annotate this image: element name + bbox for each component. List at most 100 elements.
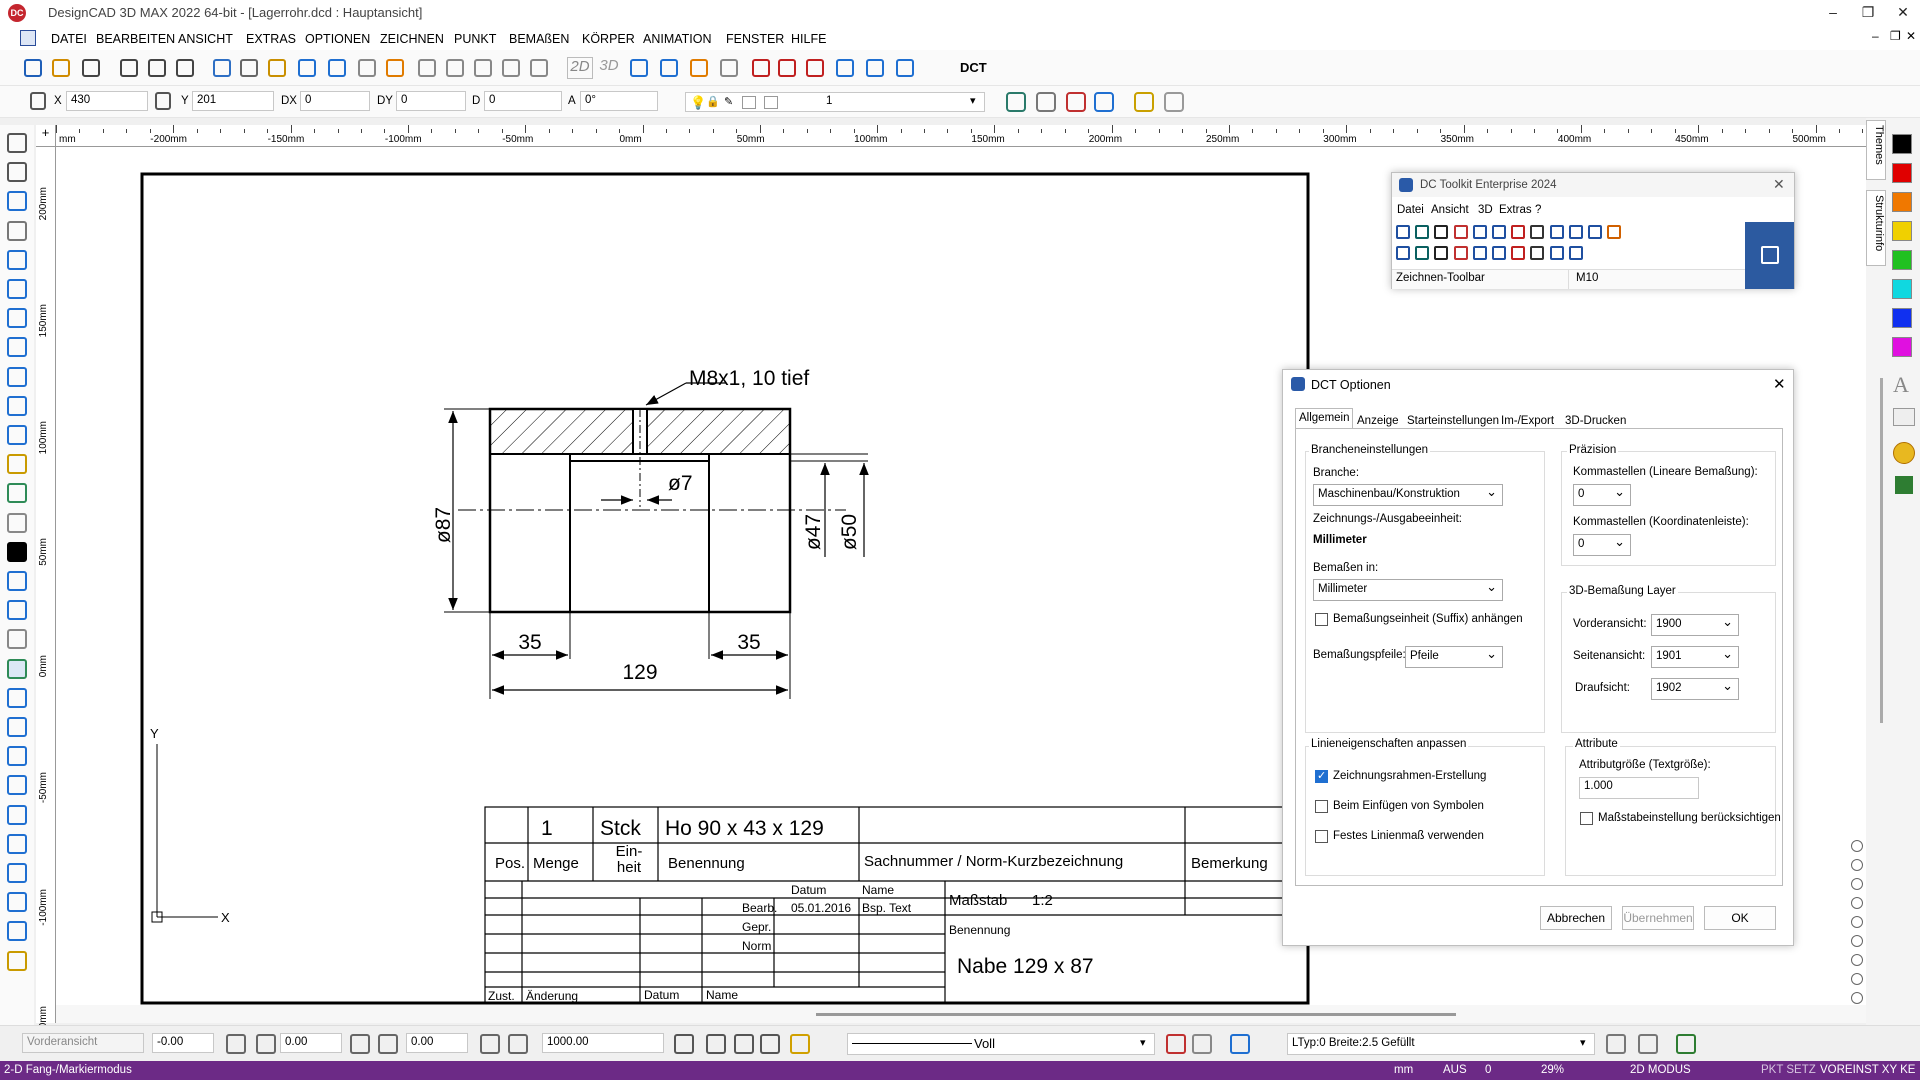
x-field[interactable]: 430	[66, 91, 148, 111]
hand-tool-icon[interactable]	[1036, 92, 1056, 112]
layer-icon[interactable]	[530, 59, 548, 77]
copy-window-icon[interactable]	[1094, 92, 1114, 112]
toolkit-tool-1-5-icon[interactable]	[1492, 246, 1506, 260]
bottom-tool-13-icon[interactable]	[1230, 1034, 1250, 1054]
dy-field[interactable]: 0	[396, 91, 466, 111]
bottom-tool-11-icon[interactable]	[1166, 1034, 1186, 1054]
pfeile-select[interactable]: Pfeile	[1405, 646, 1503, 668]
toolkit-tool-1-9-icon[interactable]	[1568, 246, 1583, 260]
zoom-out-icon[interactable]	[1851, 954, 1863, 966]
magic-wand-icon[interactable]	[7, 629, 27, 650]
grid-points-icon[interactable]	[7, 337, 27, 358]
bottom-tool-15-icon[interactable]	[1638, 1034, 1658, 1054]
info-icon[interactable]	[896, 59, 914, 77]
dialog-close-icon[interactable]: ✕	[1773, 375, 1786, 393]
print-setup-icon[interactable]	[176, 59, 194, 77]
toolkit-tool-1-3-icon[interactable]	[1453, 246, 1468, 260]
doc-minimize-icon[interactable]: –	[1872, 29, 1879, 43]
frame-icon[interactable]	[7, 366, 27, 387]
vorder-select[interactable]: 1900	[1651, 614, 1739, 636]
mode-3d-button[interactable]: 3D	[596, 57, 622, 79]
g-point-icon[interactable]	[7, 687, 27, 708]
value-field-2[interactable]: 0.00	[280, 1033, 342, 1053]
toolkit-tool-0-9-icon[interactable]	[1568, 225, 1583, 239]
restore-icon[interactable]: ❐	[1858, 4, 1878, 22]
komma-lin-select[interactable]: 0	[1573, 484, 1631, 506]
toolkit-tool-1-8-icon[interactable]	[1549, 246, 1564, 260]
value-field-1[interactable]: -0.00	[152, 1033, 214, 1053]
export2-icon[interactable]	[474, 59, 492, 77]
apply-button[interactable]: Übernehmen	[1622, 906, 1694, 930]
seiten-select[interactable]: 1901	[1651, 646, 1739, 668]
measure-icon[interactable]	[7, 483, 27, 504]
undo-icon[interactable]	[298, 59, 316, 77]
doc-icon[interactable]	[20, 30, 36, 46]
bottom-tool-10-icon[interactable]	[790, 1034, 810, 1054]
shapes-icon[interactable]	[7, 454, 27, 475]
grid-icon[interactable]	[1895, 476, 1913, 494]
crosshair-icon[interactable]	[1851, 878, 1863, 890]
bottom-tool-9-icon[interactable]	[760, 1034, 780, 1054]
value-field-3[interactable]: 0.00	[406, 1033, 468, 1053]
triangle-dim-icon[interactable]	[7, 658, 27, 679]
grid-small-icon[interactable]	[1851, 859, 1863, 871]
toolkit-menu-4[interactable]: ?	[1535, 204, 1541, 216]
suffix-checkbox[interactable]	[1315, 613, 1328, 626]
doc-restore-icon[interactable]: ❐	[1890, 29, 1901, 43]
lineinfo-select[interactable]: LTyp:0 Breite:2.5 Gefüllt ▾	[1287, 1033, 1595, 1055]
doc-close-icon[interactable]: ✕	[1906, 29, 1916, 43]
toolkit-menu-1[interactable]: Ansicht	[1431, 204, 1469, 216]
import-icon[interactable]	[418, 59, 436, 77]
color-swatch-5[interactable]	[1892, 279, 1912, 299]
d-field[interactable]: 0	[484, 91, 562, 111]
massstab-checkbox[interactable]	[1580, 812, 1593, 825]
mark-icon[interactable]	[836, 59, 854, 77]
symbole-checkbox[interactable]	[1315, 800, 1328, 813]
cube-icon[interactable]	[7, 220, 27, 241]
circle-icon[interactable]	[7, 279, 27, 299]
pointer-icon[interactable]	[7, 133, 27, 153]
tab-starteinstellungen[interactable]: Starteinstellungen	[1407, 415, 1499, 427]
close-icon[interactable]: ✕	[1893, 4, 1913, 22]
offset-icon[interactable]	[7, 833, 27, 854]
snap-icon[interactable]	[720, 59, 738, 77]
redo-icon[interactable]	[328, 59, 346, 77]
palette-icon[interactable]	[1893, 442, 1915, 464]
bottom-tool-5-icon[interactable]	[508, 1034, 528, 1054]
axis-icon[interactable]	[690, 59, 708, 77]
zoom-all-icon[interactable]	[1851, 973, 1863, 985]
y-field[interactable]: 201	[192, 91, 274, 111]
text-a-icon[interactable]	[1066, 92, 1086, 112]
menu-8[interactable]: KÖRPER	[582, 32, 635, 46]
point-icon[interactable]	[806, 59, 824, 77]
polyline-icon[interactable]	[7, 191, 27, 212]
gear-icon[interactable]	[7, 950, 27, 971]
dct-button[interactable]: DCT	[960, 60, 987, 75]
paste-icon[interactable]	[268, 59, 286, 77]
zoom-magnify-icon[interactable]	[1851, 992, 1863, 1004]
a-field[interactable]: 0°	[580, 91, 658, 111]
save-icon[interactable]	[1745, 222, 1794, 289]
zoom-in-icon[interactable]	[1851, 916, 1863, 928]
print-preview-icon[interactable]	[148, 59, 166, 77]
dashed-line-icon[interactable]	[7, 512, 27, 533]
menu-11[interactable]: HILFE	[791, 32, 826, 46]
zoom-close-icon[interactable]	[1851, 840, 1863, 852]
toolkit-menu-0[interactable]: Datei	[1397, 204, 1424, 216]
bottom-tool-16-icon[interactable]	[1676, 1034, 1696, 1054]
color-swatch-3[interactable]	[1892, 221, 1912, 241]
padlock-icon[interactable]	[1164, 92, 1184, 112]
curve-icon[interactable]	[7, 921, 27, 942]
plot-icon[interactable]	[502, 59, 520, 77]
toolkit-tool-0-7-icon[interactable]	[1530, 225, 1545, 239]
branche-select[interactable]: Maschinenbau/Konstruktion	[1313, 484, 1503, 506]
toolkit-menu-2[interactable]: 3D	[1478, 204, 1493, 216]
bottom-tool-3-icon[interactable]	[378, 1034, 398, 1054]
menu-10[interactable]: FENSTER	[726, 32, 784, 46]
toolkit-tool-0-1-icon[interactable]	[1415, 225, 1430, 239]
select-pointer-icon[interactable]	[7, 162, 27, 183]
new-file-icon[interactable]	[24, 59, 42, 77]
toolkit-tool-0-11-icon[interactable]	[1607, 225, 1622, 239]
color-swatch-7[interactable]	[1892, 337, 1912, 357]
color-swatch-0[interactable]	[1892, 134, 1912, 154]
